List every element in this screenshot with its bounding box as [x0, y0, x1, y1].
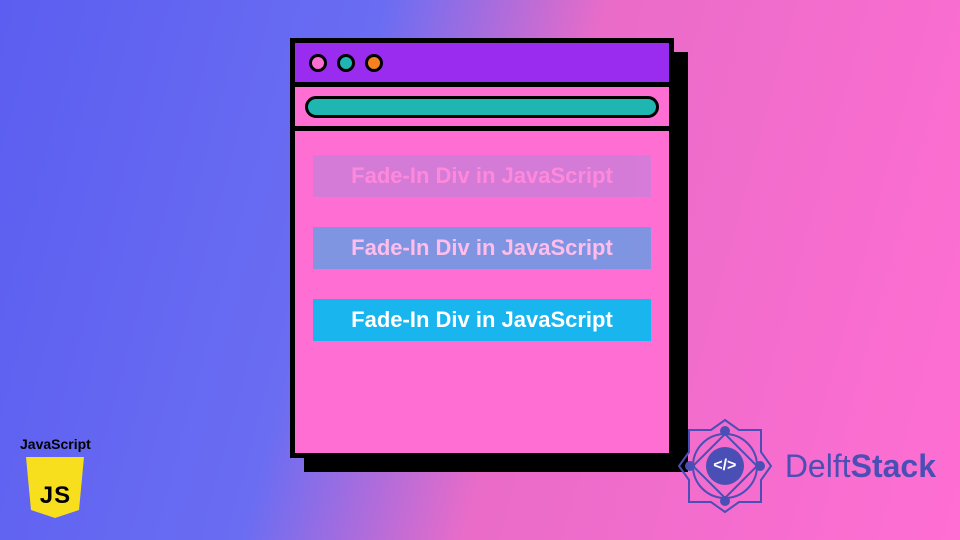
content-area: Fade-In Div in JavaScript Fade-In Div in…: [295, 131, 669, 365]
close-icon[interactable]: [309, 54, 327, 72]
code-icon: </>: [706, 447, 744, 485]
minimize-icon[interactable]: [337, 54, 355, 72]
javascript-letters: JS: [23, 482, 87, 510]
titlebar: [295, 43, 669, 87]
delftstack-mandala-icon: </>: [675, 416, 775, 516]
browser-window: Fade-In Div in JavaScript Fade-In Div in…: [290, 38, 674, 458]
fade-row-2: Fade-In Div in JavaScript: [313, 227, 651, 269]
delft-part1: Delft: [785, 448, 851, 484]
delftstack-text: DelftStack: [785, 448, 936, 485]
url-input[interactable]: [305, 96, 659, 118]
javascript-shield-icon: JS: [23, 454, 87, 520]
maximize-icon[interactable]: [365, 54, 383, 72]
window-frame: Fade-In Div in JavaScript Fade-In Div in…: [290, 38, 674, 458]
fade-row-1: Fade-In Div in JavaScript: [313, 155, 651, 197]
delft-part2: Stack: [851, 448, 936, 484]
delftstack-logo: </> DelftStack: [675, 416, 936, 516]
urlbar-row: [295, 87, 669, 131]
javascript-badge: JavaScript JS: [20, 436, 91, 520]
fade-row-3: Fade-In Div in JavaScript: [313, 299, 651, 341]
javascript-label: JavaScript: [20, 436, 91, 452]
